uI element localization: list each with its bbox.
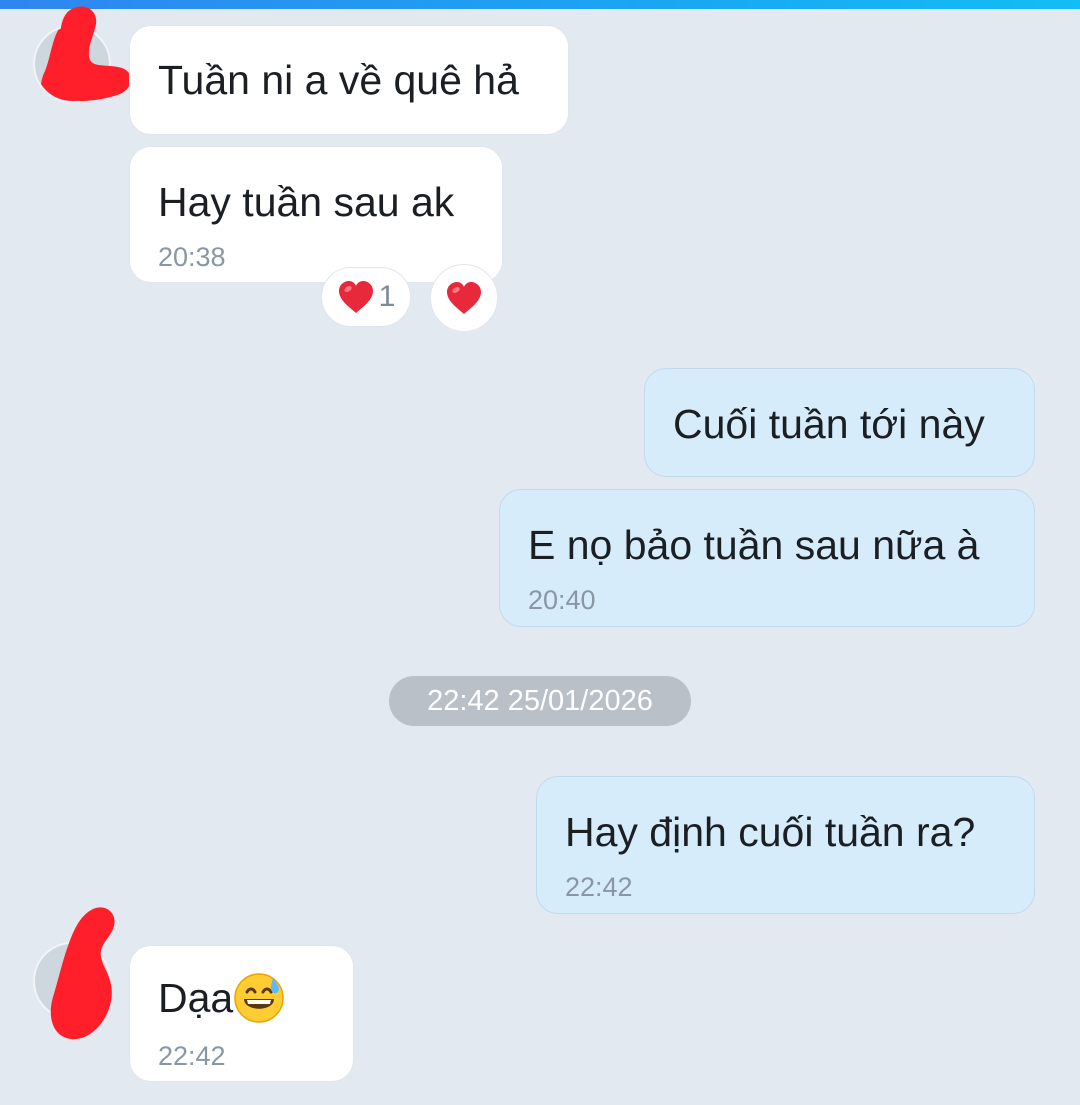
message-text: Tuần ni a về quê hả — [158, 57, 519, 103]
grinning-sweat-emoji — [234, 973, 284, 1023]
message-time: 22:42 — [158, 1041, 226, 1071]
reaction-count: 1 — [378, 280, 396, 313]
message-bubble-incoming[interactable]: Tuần ni a về quê hả — [129, 25, 569, 135]
message-bubble-outgoing[interactable]: Hay định cuối tuần ra? 22:42 — [536, 776, 1035, 914]
message-text: E nọ bảo tuần sau nữa à — [528, 522, 980, 568]
message-time: 22:42 — [565, 872, 633, 902]
message-text: Cuối tuần tới này — [673, 401, 985, 447]
heart-icon — [447, 282, 481, 314]
heart-icon — [338, 281, 373, 313]
message-time: 20:38 — [158, 242, 226, 272]
date-separator: 22:42 25/01/2026 — [389, 676, 691, 726]
message-bubble-outgoing[interactable]: E nọ bảo tuần sau nữa à 20:40 — [499, 489, 1035, 627]
message-bubble-incoming[interactable]: Hay tuần sau ak 20:38 — [129, 146, 503, 283]
top-accent-bar — [0, 0, 1080, 9]
message-bubble-outgoing[interactable]: Cuối tuần tới này — [644, 368, 1035, 477]
message-text: Dạa — [158, 973, 285, 1024]
message-text: Hay định cuối tuần ra? — [565, 809, 976, 855]
message-bubble-incoming[interactable]: Dạa 22:42 — [129, 945, 354, 1082]
message-text-content: Dạa — [158, 975, 234, 1021]
message-text: Hay tuần sau ak — [158, 179, 455, 225]
message-time: 20:40 — [528, 585, 596, 615]
redaction-overlay — [54, 6, 131, 101]
reaction-summary[interactable]: 1 — [321, 267, 411, 327]
add-reaction-button[interactable] — [430, 264, 498, 332]
redaction-overlay — [50, 907, 115, 1040]
